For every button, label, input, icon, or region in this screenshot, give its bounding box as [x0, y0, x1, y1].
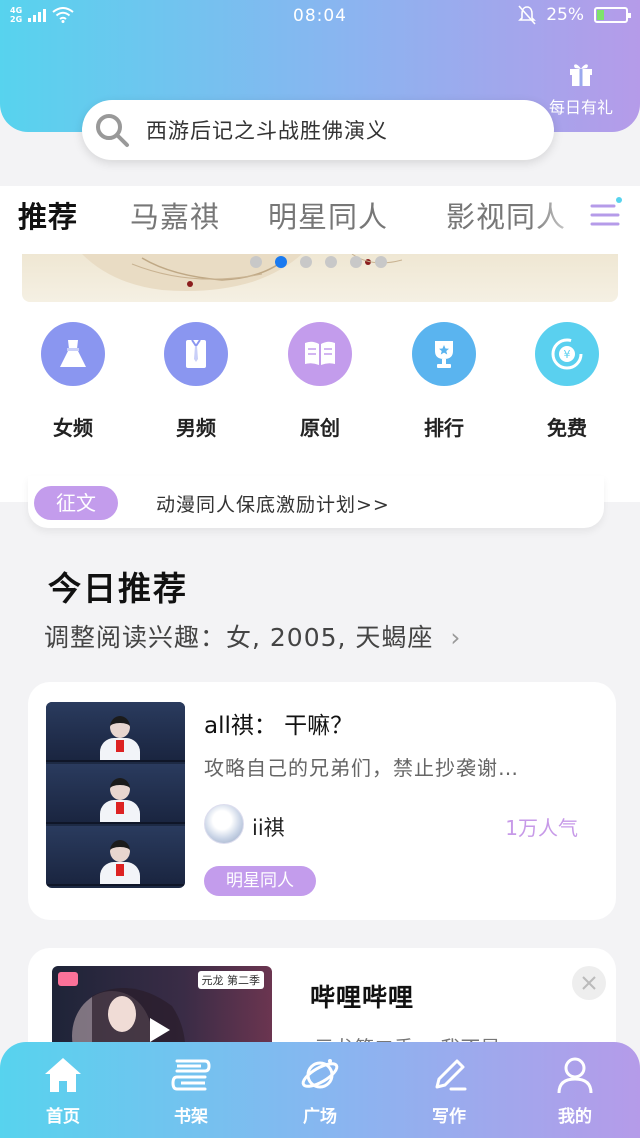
category-free[interactable]: ¥ 免费	[517, 322, 617, 441]
carousel-dot[interactable]	[350, 256, 362, 268]
search-icon	[96, 114, 129, 147]
menu-icon[interactable]	[590, 196, 622, 230]
daily-gift-label: 每日有礼	[548, 98, 613, 117]
category-ranking-label: 排行	[424, 416, 464, 440]
category-male[interactable]: 男频	[146, 322, 246, 441]
planet-icon	[275, 1054, 365, 1096]
book-icon	[288, 322, 352, 386]
home-icon	[18, 1054, 108, 1096]
category-tabs: 推荐 马嘉祺 明星同人 影视同人	[0, 186, 640, 251]
book-card[interactable]: all祺： 干嘛？ 攻略自己的兄弟们，禁止抄袭谢… ii祺 1万人气 明星同人	[28, 682, 616, 920]
nav-bookshelf-label: 书架	[174, 1107, 208, 1127]
today-recommend-title: 今日推荐	[48, 569, 188, 608]
reading-interest-link[interactable]: 调整阅读兴趣：女, 2005, 天蝎座 ›	[44, 618, 461, 654]
carousel-dot[interactable]	[325, 256, 337, 268]
book-title: all祺： 干嘛？	[204, 713, 354, 739]
search-input[interactable]: 西游后记之斗战胜佛演义	[146, 115, 388, 145]
nav-home[interactable]: 首页	[18, 1054, 108, 1127]
tab-ma-jiaqi[interactable]: 马嘉祺	[130, 194, 220, 236]
nav-square[interactable]: 广场	[275, 1054, 365, 1127]
battery-fill	[597, 10, 604, 20]
author-avatar[interactable]	[204, 804, 244, 844]
category-free-label: 免费	[547, 416, 587, 440]
book-description: 攻略自己的兄弟们，禁止抄袭谢…	[204, 756, 519, 780]
carousel-dot[interactable]	[250, 256, 262, 268]
chevron-right-icon: ›	[450, 623, 462, 652]
category-original-label: 原创	[300, 416, 340, 440]
system-status: 25%	[518, 5, 631, 25]
carousel-dot[interactable]	[300, 256, 312, 268]
bell-muted-icon	[518, 5, 537, 25]
tabs-fade	[530, 186, 640, 246]
shirt-icon	[164, 322, 228, 386]
carousel-indicator	[250, 256, 387, 268]
bookshelf-icon	[146, 1054, 236, 1096]
contest-notice-text[interactable]: 动漫同人保底激励计划>>	[156, 490, 390, 517]
ad-title: 哔哩哔哩	[310, 983, 415, 1012]
genre-tag[interactable]: 明星同人	[204, 866, 316, 896]
status-bar: 4G 2G 08:04 25%	[0, 0, 640, 34]
category-male-label: 男频	[176, 416, 216, 440]
contest-notice[interactable]: 征文 动漫同人保底激励计划>>	[28, 476, 604, 528]
popularity-count: 1万人气	[505, 816, 578, 840]
nav-profile[interactable]: 我的	[530, 1054, 620, 1127]
trophy-icon	[412, 322, 476, 386]
close-icon[interactable]	[572, 966, 606, 1000]
reading-interest-text: 调整阅读兴趣：女, 2005, 天蝎座	[44, 623, 434, 652]
bottom-navigation: 首页 书架 广场 写作 我的	[0, 1042, 640, 1138]
pen-icon	[404, 1054, 494, 1096]
battery-percent: 25%	[546, 5, 584, 25]
nav-profile-label: 我的	[558, 1107, 592, 1127]
category-ranking[interactable]: 排行	[394, 322, 494, 441]
carousel-dot[interactable]	[275, 256, 287, 268]
nav-square-label: 广场	[303, 1107, 337, 1127]
tab-celebrity-fanfic[interactable]: 明星同人	[268, 194, 388, 236]
nav-write-label: 写作	[432, 1107, 466, 1127]
category-original[interactable]: 原创	[270, 322, 370, 441]
daily-gift-button[interactable]: 每日有礼	[538, 60, 624, 118]
gift-icon	[570, 64, 592, 86]
category-female-label: 女频	[53, 416, 93, 440]
svg-text:¥: ¥	[564, 348, 571, 361]
yuan-coin-icon: ¥	[535, 322, 599, 386]
nav-write[interactable]: 写作	[404, 1054, 494, 1127]
category-female[interactable]: 女频	[23, 322, 123, 441]
book-cover	[46, 702, 185, 888]
play-icon	[150, 1018, 170, 1042]
tab-recommend[interactable]: 推荐	[18, 194, 78, 236]
search-bar[interactable]: 西游后记之斗战胜佛演义	[82, 100, 554, 160]
contest-tag: 征文	[34, 486, 118, 520]
battery-icon	[594, 7, 631, 23]
dress-icon	[41, 322, 105, 386]
user-icon	[530, 1054, 620, 1096]
nav-home-label: 首页	[46, 1107, 80, 1127]
author-name[interactable]: ii祺	[252, 812, 285, 842]
carousel-dot[interactable]	[375, 256, 387, 268]
nav-bookshelf[interactable]: 书架	[146, 1054, 236, 1127]
